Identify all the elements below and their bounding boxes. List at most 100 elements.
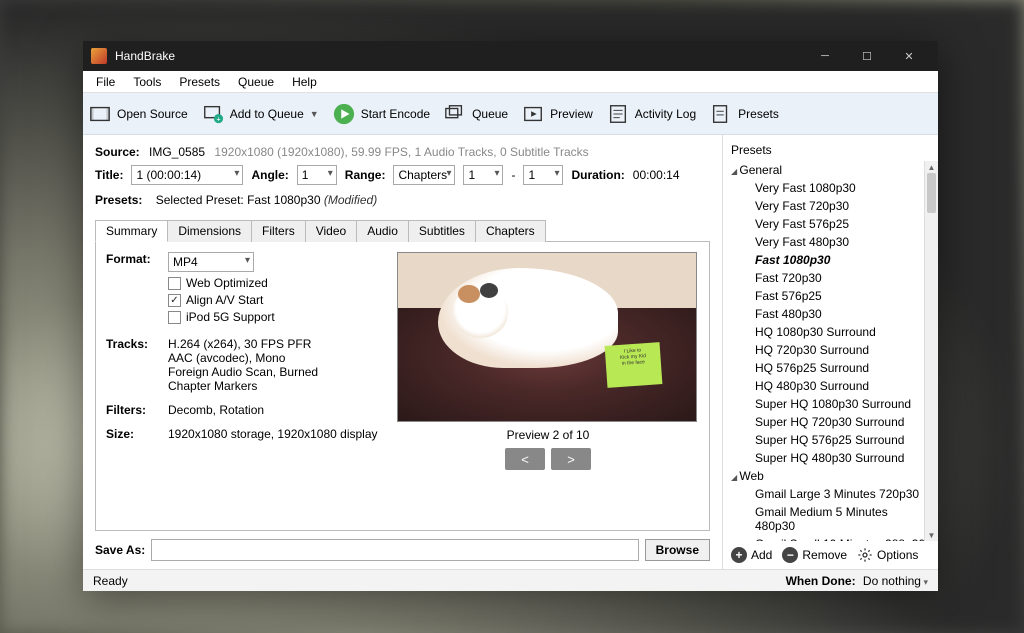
preset-category[interactable]: Web [727, 467, 934, 485]
range-start-select[interactable]: 1 [463, 165, 503, 185]
preset-line: Presets: Selected Preset: Fast 1080p30 (… [95, 193, 710, 207]
menu-help[interactable]: Help [283, 72, 326, 92]
menu-queue[interactable]: Queue [229, 72, 283, 92]
scroll-down-icon[interactable]: ▼ [925, 529, 938, 541]
open-source-button[interactable]: Open Source [89, 103, 188, 125]
title-select[interactable]: 1 (00:00:14) [131, 165, 243, 185]
preset-item[interactable]: Very Fast 576p25 [727, 215, 934, 233]
scrollbar[interactable]: ▲ ▼ [924, 161, 938, 541]
presets-label-inline: Presets: [95, 193, 142, 207]
ipod-checkbox[interactable]: iPod 5G Support [168, 310, 385, 324]
tab-video[interactable]: Video [305, 220, 357, 242]
format-select[interactable]: MP4 [168, 252, 254, 272]
menu-file[interactable]: File [87, 72, 124, 92]
size-label: Size: [106, 427, 168, 441]
preset-item[interactable]: Fast 720p30 [727, 269, 934, 287]
preview-next-button[interactable]: > [551, 448, 591, 470]
web-optimized-checkbox[interactable]: Web Optimized [168, 276, 385, 290]
menu-presets[interactable]: Presets [170, 72, 229, 92]
close-button[interactable]: ✕ [888, 41, 930, 71]
tab-audio[interactable]: Audio [356, 220, 409, 242]
preset-item[interactable]: Gmail Small 10 Minutes 288p30 [727, 535, 934, 541]
source-name: IMG_0585 [149, 145, 205, 159]
preset-item[interactable]: Very Fast 480p30 [727, 233, 934, 251]
size-value: 1920x1080 storage, 1920x1080 display [168, 427, 385, 441]
preset-item[interactable]: Super HQ 1080p30 Surround [727, 395, 934, 413]
preset-item[interactable]: Super HQ 480p30 Surround [727, 449, 934, 467]
presets-icon [710, 103, 732, 125]
preview-icon [522, 103, 544, 125]
preset-item[interactable]: Gmail Large 3 Minutes 720p30 [727, 485, 934, 503]
preset-item[interactable]: HQ 480p30 Surround [727, 377, 934, 395]
tab-dimensions[interactable]: Dimensions [167, 220, 252, 242]
source-line: Source: IMG_0585 1920x1080 (1920x1080), … [95, 145, 710, 159]
scroll-thumb[interactable] [927, 173, 936, 213]
preset-item[interactable]: Gmail Medium 5 Minutes 480p30 [727, 503, 934, 535]
preset-list[interactable]: GeneralVery Fast 1080p30Very Fast 720p30… [723, 161, 938, 541]
queue-button[interactable]: Queue [444, 103, 508, 125]
tab-filters[interactable]: Filters [251, 220, 306, 242]
preset-category[interactable]: General [727, 161, 934, 179]
tabs: Summary Dimensions Filters Video Audio S… [95, 219, 710, 242]
preset-item[interactable]: Super HQ 720p30 Surround [727, 413, 934, 431]
preset-item[interactable]: Very Fast 1080p30 [727, 179, 934, 197]
activity-log-button[interactable]: Activity Log [607, 103, 696, 125]
options-button[interactable]: Options [857, 547, 918, 563]
titlebar[interactable]: HandBrake ─ ☐ ✕ [83, 41, 938, 71]
minus-icon: − [782, 547, 798, 563]
preset-item[interactable]: Very Fast 720p30 [727, 197, 934, 215]
activity-log-label: Activity Log [635, 107, 696, 121]
presets-panel-title: Presets [723, 141, 938, 161]
maximize-button[interactable]: ☐ [846, 41, 888, 71]
save-as-input[interactable] [151, 539, 638, 561]
save-as-row: Save As: Browse [95, 539, 710, 561]
source-meta: 1920x1080 (1920x1080), 59.99 FPS, 1 Audi… [214, 145, 588, 159]
angle-select[interactable]: 1 [297, 165, 337, 185]
range-end-select[interactable]: 1 [523, 165, 563, 185]
when-done-select[interactable]: Do nothing [863, 574, 928, 588]
range-type-select[interactable]: Chapters [393, 165, 455, 185]
checkbox-icon [168, 311, 181, 324]
tab-chapters[interactable]: Chapters [475, 220, 546, 242]
presets-button[interactable]: Presets [710, 103, 779, 125]
minimize-button[interactable]: ─ [804, 41, 846, 71]
tab-body: Format: MP4 Web Optimized Align A/V Star… [95, 242, 710, 531]
film-icon [89, 103, 111, 125]
main-panel: Source: IMG_0585 1920x1080 (1920x1080), … [83, 135, 722, 569]
format-label: Format: [106, 252, 168, 327]
gear-icon [857, 547, 873, 563]
preset-item[interactable]: Fast 576p25 [727, 287, 934, 305]
tracks-list: H.264 (x264), 30 FPS PFR AAC (avcodec), … [168, 337, 385, 393]
preset-item[interactable]: HQ 576p25 Surround [727, 359, 934, 377]
tab-subtitles[interactable]: Subtitles [408, 220, 476, 242]
browse-button[interactable]: Browse [645, 539, 710, 561]
remove-preset-button[interactable]: − Remove [782, 547, 847, 563]
log-icon [607, 103, 629, 125]
add-queue-icon: + [202, 103, 224, 125]
align-av-checkbox[interactable]: Align A/V Start [168, 293, 385, 307]
preset-item[interactable]: HQ 1080p30 Surround [727, 323, 934, 341]
presets-label: Presets [738, 107, 779, 121]
when-done-label: When Done: [786, 574, 856, 588]
filters-value: Decomb, Rotation [168, 403, 385, 417]
preset-item[interactable]: Fast 1080p30 [727, 251, 934, 269]
tracks-line: H.264 (x264), 30 FPS PFR [168, 337, 385, 351]
title-label: Title: [95, 168, 123, 182]
open-source-label: Open Source [117, 107, 188, 121]
scroll-up-icon[interactable]: ▲ [925, 161, 938, 173]
preview-prev-button[interactable]: < [505, 448, 545, 470]
preview-button[interactable]: Preview [522, 103, 593, 125]
add-to-queue-label: Add to Queue [230, 107, 304, 121]
preset-item[interactable]: Super HQ 576p25 Surround [727, 431, 934, 449]
start-encode-button[interactable]: Start Encode [333, 103, 430, 125]
sticky-note-icon: I Like toKick my Kidin the face [605, 342, 663, 388]
menu-tools[interactable]: Tools [124, 72, 170, 92]
tab-summary[interactable]: Summary [95, 220, 168, 242]
tracks-label: Tracks: [106, 337, 168, 393]
add-preset-button[interactable]: + Add [731, 547, 772, 563]
preset-item[interactable]: Fast 480p30 [727, 305, 934, 323]
save-as-label: Save As: [95, 543, 145, 557]
preset-item[interactable]: HQ 720p30 Surround [727, 341, 934, 359]
add-to-queue-button[interactable]: + Add to Queue ▼ [202, 103, 319, 125]
selected-preset-text: Selected Preset: Fast 1080p30 [156, 193, 321, 207]
